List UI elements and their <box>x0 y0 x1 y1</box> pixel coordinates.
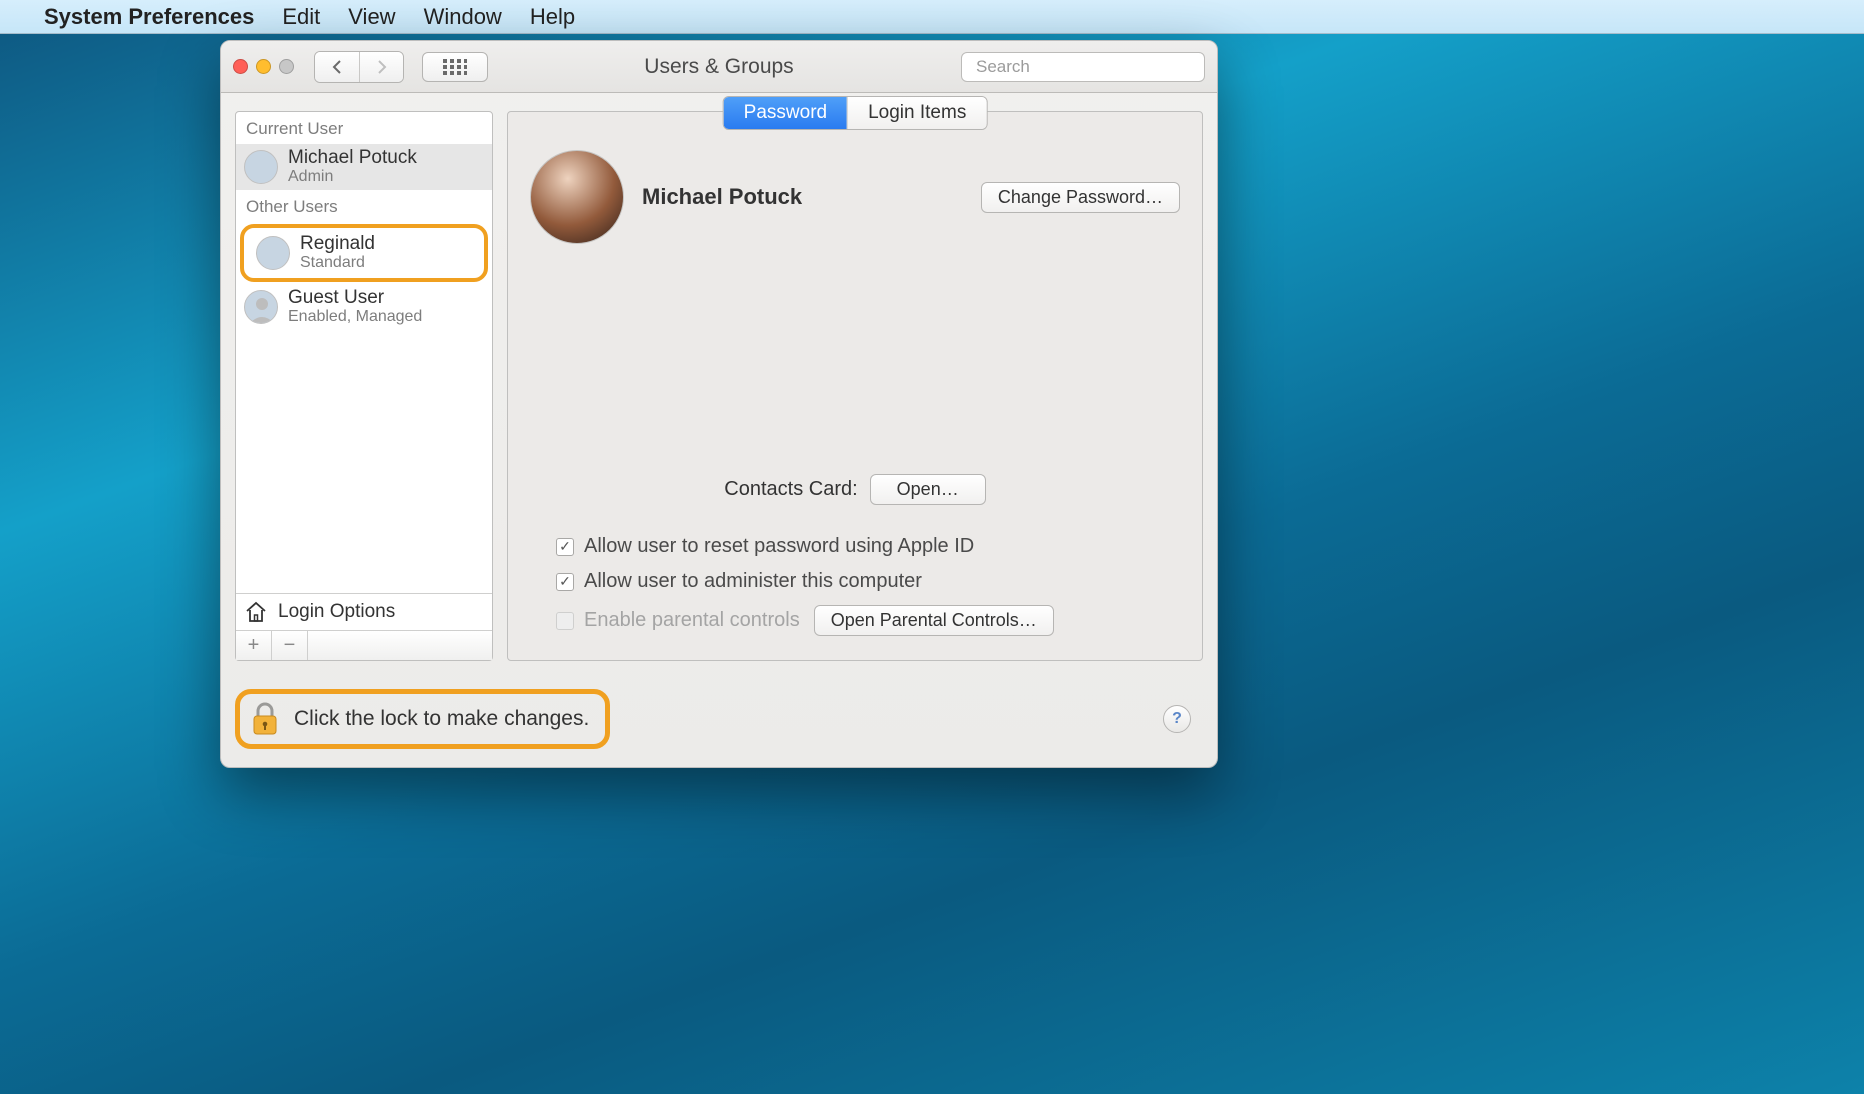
add-user-button[interactable]: + <box>236 631 272 660</box>
sidebar-user-reginald[interactable]: Reginald Standard <box>248 230 480 276</box>
window-footer: Click the lock to make changes. ? <box>221 671 1217 767</box>
parental-label: Enable parental controls <box>584 609 800 632</box>
user-name: Michael Potuck <box>288 148 417 168</box>
user-role: Admin <box>288 168 417 186</box>
preferences-window: Users & Groups Current User Michael Potu… <box>220 40 1218 768</box>
close-button[interactable] <box>233 59 248 74</box>
allow-reset-label: Allow user to reset password using Apple… <box>584 535 974 558</box>
tab-login-items[interactable]: Login Items <box>847 97 986 129</box>
minimize-button[interactable] <box>256 59 271 74</box>
add-remove-bar: + − <box>236 630 492 660</box>
checkbox-icon: ✓ <box>556 538 574 556</box>
allow-admin-checkbox-row[interactable]: ✓ Allow user to administer this computer <box>530 564 1180 599</box>
user-name: Guest User <box>288 288 422 308</box>
checkbox-icon: ✓ <box>556 573 574 591</box>
search-input[interactable] <box>976 57 1197 77</box>
lock-annotation: Click the lock to make changes. <box>235 689 610 749</box>
login-options[interactable]: Login Options <box>236 593 492 630</box>
open-contacts-button[interactable]: Open… <box>870 474 986 505</box>
checkbox-icon <box>556 612 574 630</box>
annotation-highlight: Reginald Standard <box>240 224 488 282</box>
avatar <box>244 150 278 184</box>
help-button[interactable]: ? <box>1163 705 1191 733</box>
show-all-button[interactable] <box>422 52 488 82</box>
app-menu[interactable]: System Preferences <box>44 4 254 30</box>
traffic-lights <box>233 59 294 74</box>
titlebar: Users & Groups <box>221 41 1217 93</box>
tab-password[interactable]: Password <box>724 97 847 129</box>
profile-name: Michael Potuck <box>642 184 802 210</box>
zoom-button[interactable] <box>279 59 294 74</box>
menu-view[interactable]: View <box>348 4 395 30</box>
avatar <box>244 290 278 324</box>
home-icon <box>244 600 268 624</box>
menu-help[interactable]: Help <box>530 4 575 30</box>
change-password-button[interactable]: Change Password… <box>981 182 1180 213</box>
lock-text: Click the lock to make changes. <box>294 707 589 731</box>
sidebar-user-guest[interactable]: Guest User Enabled, Managed <box>236 284 492 330</box>
open-parental-button[interactable]: Open Parental Controls… <box>814 605 1054 636</box>
lock-icon[interactable] <box>250 702 280 736</box>
parental-checkbox-row: Enable parental controls <box>556 609 800 632</box>
user-role: Standard <box>300 254 375 272</box>
nav-buttons <box>314 51 404 83</box>
current-user-header: Current User <box>236 112 492 144</box>
login-options-label: Login Options <box>278 601 395 623</box>
user-detail-panel: Password Login Items Michael Potuck Chan… <box>507 111 1203 661</box>
forward-button[interactable] <box>359 52 403 82</box>
back-button[interactable] <box>315 52 359 82</box>
avatar <box>256 236 290 270</box>
user-role: Enabled, Managed <box>288 308 422 326</box>
users-sidebar: Current User Michael Potuck Admin Other … <box>235 111 493 661</box>
sidebar-user-current[interactable]: Michael Potuck Admin <box>236 144 492 190</box>
other-users-header: Other Users <box>236 190 492 222</box>
contacts-card-label: Contacts Card: <box>724 478 857 501</box>
user-name: Reginald <box>300 234 375 254</box>
panel-tabs: Password Login Items <box>723 96 988 130</box>
search-field[interactable] <box>961 52 1205 82</box>
profile-avatar[interactable] <box>530 150 624 244</box>
allow-admin-label: Allow user to administer this computer <box>584 570 922 593</box>
menu-edit[interactable]: Edit <box>282 4 320 30</box>
remove-user-button[interactable]: − <box>272 631 308 660</box>
menu-window[interactable]: Window <box>424 4 502 30</box>
allow-reset-checkbox-row[interactable]: ✓ Allow user to reset password using App… <box>530 529 1180 564</box>
menubar: System Preferences Edit View Window Help <box>0 0 1864 34</box>
